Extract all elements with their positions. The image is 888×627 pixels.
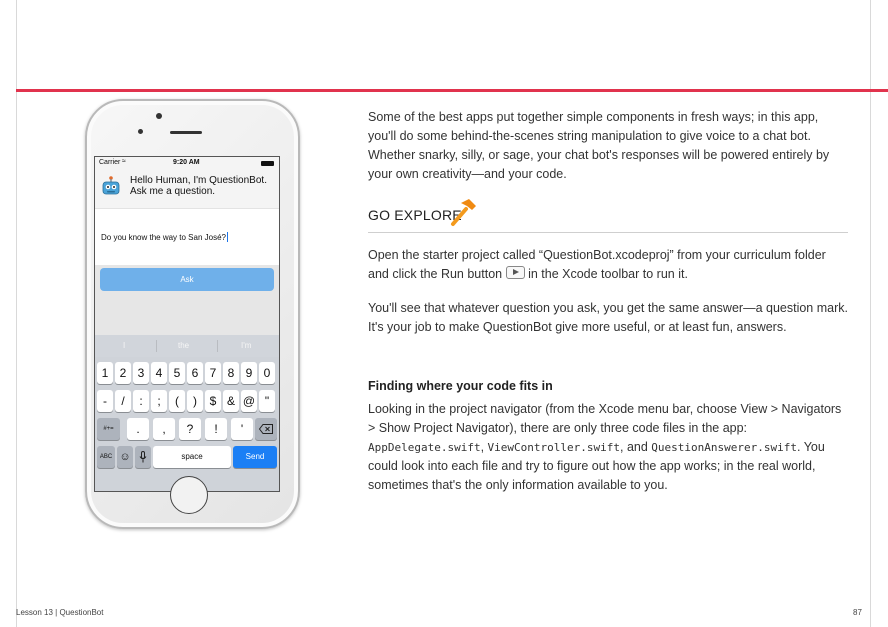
sensor-dot <box>138 129 143 134</box>
key-close-paren[interactable]: ) <box>187 390 203 412</box>
bot-greeting-text: Hello Human, I'm QuestionBot. Ask me a q… <box>130 175 267 197</box>
backspace-icon <box>258 424 273 434</box>
key-2[interactable]: 2 <box>115 362 131 384</box>
file-viewcontroller: ViewController.swift <box>487 441 620 454</box>
key-colon[interactable]: : <box>133 390 149 412</box>
home-button <box>170 476 208 514</box>
phone-screen: Carrier ≈ 9:20 AM Hello Human, I'm Quest… <box>94 156 280 492</box>
prediction-3[interactable]: I'm <box>241 341 251 350</box>
on-screen-keyboard: I the I'm 1 2 3 4 5 6 7 8 9 0 - / : ; ( … <box>95 335 279 491</box>
key-dollar[interactable]: $ <box>205 390 221 412</box>
footer-lesson-label: Lesson 13 | QuestionBot <box>16 608 104 617</box>
key-5[interactable]: 5 <box>169 362 185 384</box>
key-0[interactable]: 0 <box>259 362 275 384</box>
separator-2: , and <box>620 440 652 454</box>
emoji-icon: ☺ <box>119 451 131 463</box>
key-at[interactable]: @ <box>241 390 257 412</box>
run-button-icon <box>505 266 525 279</box>
key-dictation[interactable] <box>135 446 151 468</box>
key-apostrophe[interactable]: ' <box>231 418 253 440</box>
page-border-left <box>16 0 17 627</box>
key-hyphen[interactable]: - <box>97 390 113 412</box>
explore-text-b: in the Xcode toolbar to run it. <box>528 267 688 281</box>
key-quote[interactable]: " <box>259 390 275 412</box>
earpiece-speaker <box>170 131 202 134</box>
hammer-icon <box>451 199 476 226</box>
ask-button[interactable]: Ask <box>100 268 274 291</box>
key-8[interactable]: 8 <box>223 362 239 384</box>
key-open-paren[interactable]: ( <box>169 390 185 412</box>
prediction-divider <box>156 340 157 352</box>
key-symbols-mode[interactable]: #+= <box>97 418 120 440</box>
key-exclamation[interactable]: ! <box>205 418 227 440</box>
battery-icon <box>261 161 274 166</box>
key-question[interactable]: ? <box>179 418 201 440</box>
project-navigator-paragraph: Looking in the project navigator (from t… <box>368 400 848 495</box>
status-bar: Carrier ≈ 9:20 AM <box>95 157 279 170</box>
key-9[interactable]: 9 <box>241 362 257 384</box>
section-divider <box>368 232 848 233</box>
prediction-divider <box>217 340 218 352</box>
key-comma[interactable]: , <box>153 418 175 440</box>
text-caret <box>226 232 228 242</box>
key-emoji[interactable]: ☺ <box>117 446 133 468</box>
file-appdelegate: AppDelegate.swift <box>368 441 481 454</box>
body-text-a: Looking in the project navigator (from t… <box>368 402 842 435</box>
wifi-icon: ≈ <box>122 158 126 165</box>
key-backspace[interactable] <box>255 418 277 440</box>
key-send[interactable]: Send <box>233 446 277 468</box>
key-1[interactable]: 1 <box>97 362 113 384</box>
microphone-icon <box>139 451 147 463</box>
key-semicolon[interactable]: ; <box>151 390 167 412</box>
question-text-field[interactable]: Do you know the way to San José? <box>95 208 279 266</box>
prediction-2[interactable]: the <box>178 341 189 350</box>
key-4[interactable]: 4 <box>151 362 167 384</box>
key-ampersand[interactable]: & <box>223 390 239 412</box>
prediction-1[interactable]: I <box>123 341 125 350</box>
file-questionanswerer: QuestionAnswerer.swift <box>651 441 797 454</box>
key-7[interactable]: 7 <box>205 362 221 384</box>
key-space[interactable]: space <box>153 446 231 468</box>
key-abc[interactable]: ABC <box>97 446 115 468</box>
key-3[interactable]: 3 <box>133 362 149 384</box>
key-period[interactable]: . <box>127 418 149 440</box>
page-border-right <box>870 0 871 627</box>
separator-1: , <box>480 440 488 454</box>
clock-time: 9:20 AM <box>173 159 200 166</box>
explore-paragraph-1: Open the starter project called “Questio… <box>368 246 848 284</box>
finding-code-subheading: Finding where your code fits in <box>368 379 553 393</box>
question-input-wrap: Do you know the way to San José? <box>101 232 228 242</box>
footer-page-number: 87 <box>853 608 862 617</box>
key-6[interactable]: 6 <box>187 362 203 384</box>
front-camera-icon <box>156 113 162 119</box>
carrier-label: Carrier <box>99 159 121 166</box>
bot-message-row: Hello Human, I'm QuestionBot. Ask me a q… <box>95 170 279 208</box>
header-accent-rule <box>16 89 888 92</box>
predictive-bar: I the I'm <box>95 335 279 357</box>
go-explore-heading: GO EXPLORE <box>368 207 462 223</box>
key-slash[interactable]: / <box>115 390 131 412</box>
explore-paragraph-2: You'll see that whatever question you as… <box>368 301 848 334</box>
intro-paragraph: Some of the best apps put together simpl… <box>368 110 830 181</box>
question-input-value: Do you know the way to San José? <box>101 233 226 242</box>
robot-icon <box>102 176 120 195</box>
